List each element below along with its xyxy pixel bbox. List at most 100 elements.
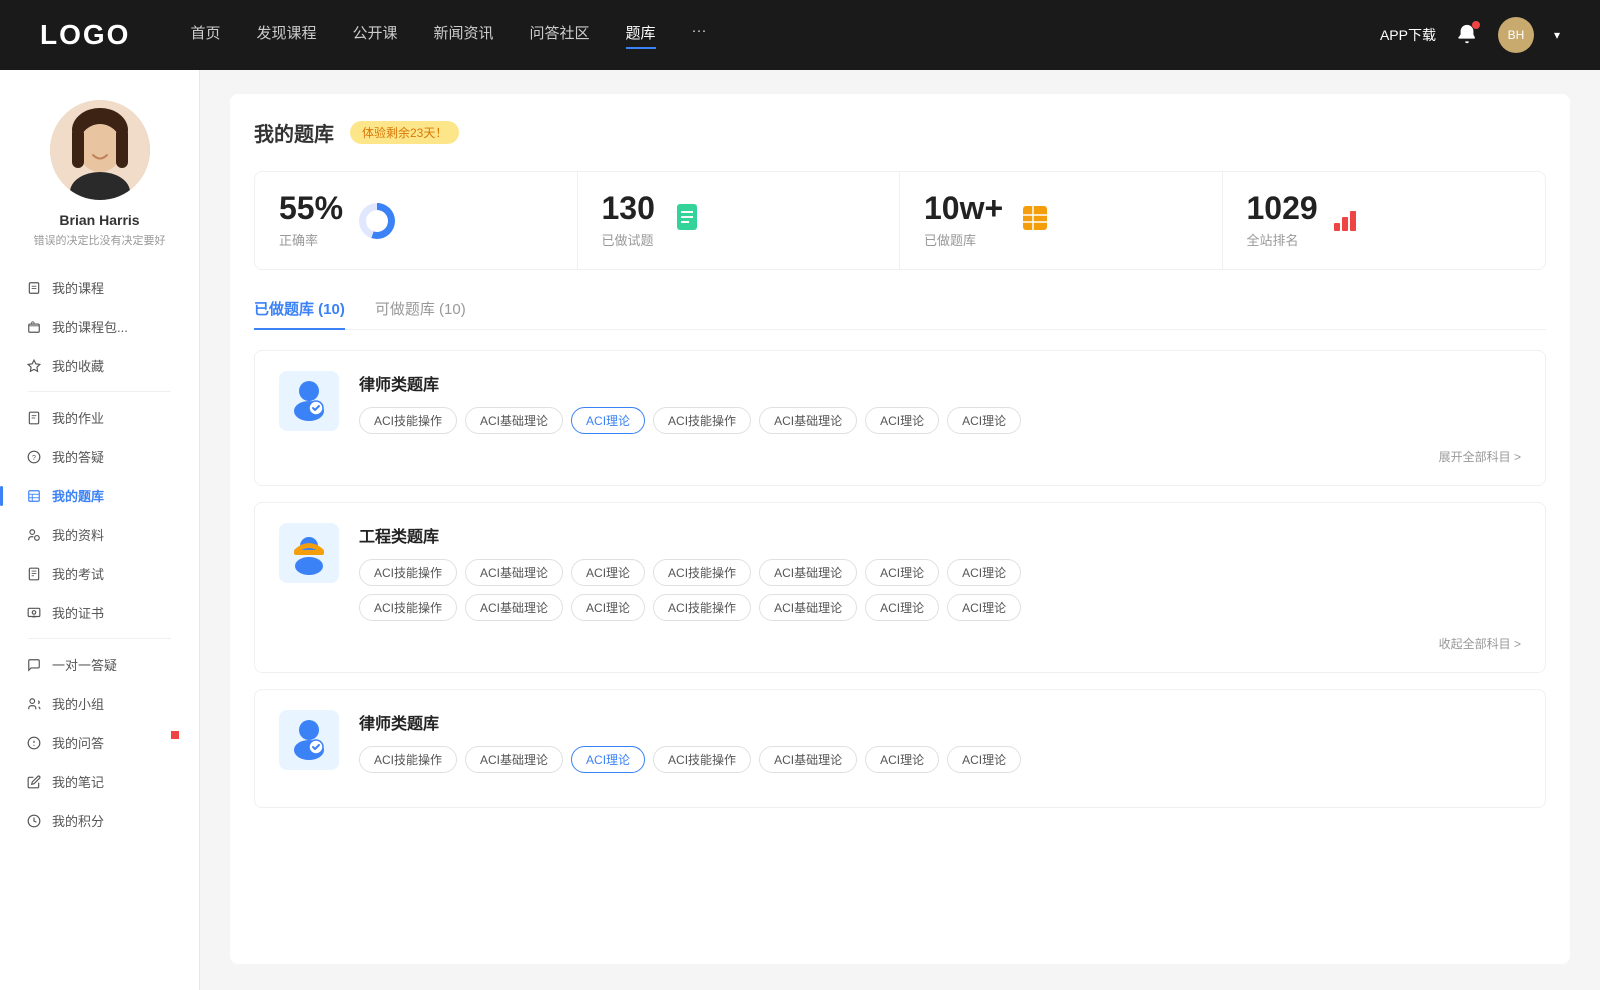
tag-1-1[interactable]: ACI基础理论	[465, 407, 563, 434]
avatar-placeholder: BH	[1498, 17, 1534, 53]
stat-site-rank: 1029 全站排名	[1223, 172, 1546, 269]
qbank-header-3: 律师类题库 ACI技能操作 ACI基础理论 ACI理论 ACI技能操作 ACI基…	[279, 710, 1521, 773]
tag-2b-2[interactable]: ACI理论	[571, 594, 645, 621]
app-download-btn[interactable]: APP下载	[1380, 25, 1436, 45]
stat-label-2: 已做试题	[602, 230, 655, 249]
user-menu-chevron[interactable]: ▾	[1554, 28, 1560, 42]
tag-2-3[interactable]: ACI技能操作	[653, 559, 751, 586]
sidebar-divider-2	[28, 638, 171, 639]
sidebar-item-favorites[interactable]: 我的收藏	[10, 346, 189, 385]
sidebar-item-label: 我的作业	[52, 408, 104, 427]
tag-1-2[interactable]: ACI理论	[571, 407, 645, 434]
stat-done-questions: 130 已做试题	[578, 172, 901, 269]
stat-value-4: 1029	[1247, 192, 1318, 224]
exam-icon	[26, 566, 42, 582]
tag-1-6[interactable]: ACI理论	[947, 407, 1021, 434]
tag-3-5[interactable]: ACI理论	[865, 746, 939, 773]
sidebar-divider	[28, 391, 171, 392]
tab-done-banks[interactable]: 已做题库 (10)	[254, 298, 345, 329]
sidebar-item-one-on-one[interactable]: 一对一答疑	[10, 645, 189, 684]
sidebar-item-qa[interactable]: ? 我的答疑	[10, 437, 189, 476]
homework-icon	[26, 410, 42, 426]
qbank-header-1: 律师类题库 ACI技能操作 ACI基础理论 ACI理论 ACI技能操作 ACI基…	[279, 371, 1521, 434]
tag-2b-0[interactable]: ACI技能操作	[359, 594, 457, 621]
stat-label-1: 正确率	[279, 230, 343, 249]
tag-1-4[interactable]: ACI基础理论	[759, 407, 857, 434]
nav-more[interactable]: ···	[692, 22, 707, 49]
tag-2b-1[interactable]: ACI基础理论	[465, 594, 563, 621]
tag-2-0[interactable]: ACI技能操作	[359, 559, 457, 586]
sidebar-item-points[interactable]: 我的积分	[10, 801, 189, 840]
qbank-icon-engineer	[279, 523, 339, 583]
sidebar-item-label: 我的笔记	[52, 772, 104, 791]
expand-btn-1[interactable]: 展开全部科目 >	[1439, 448, 1521, 465]
tag-3-1[interactable]: ACI基础理论	[465, 746, 563, 773]
collapse-btn-2[interactable]: 收起全部科目 >	[1439, 635, 1521, 652]
tag-2-1[interactable]: ACI基础理论	[465, 559, 563, 586]
qbank-card-2: 工程类题库 ACI技能操作 ACI基础理论 ACI理论 ACI技能操作 ACI基…	[254, 502, 1546, 673]
nav-discover[interactable]: 发现课程	[256, 22, 316, 49]
package-icon	[26, 319, 42, 335]
doc-icon	[671, 202, 703, 239]
chart-icon	[1334, 211, 1356, 231]
stat-label-4: 全站排名	[1247, 230, 1318, 249]
sidebar-item-cert[interactable]: 我的证书	[10, 593, 189, 632]
sidebar-item-homework[interactable]: 我的作业	[10, 398, 189, 437]
sidebar-item-package[interactable]: 我的课程包...	[10, 307, 189, 346]
sidebar-item-label: 我的课程包...	[52, 317, 128, 336]
tag-3-2[interactable]: ACI理论	[571, 746, 645, 773]
sidebar-item-label: 我的资料	[52, 525, 104, 544]
sidebar-item-label: 我的问答	[52, 733, 104, 752]
tag-2b-4[interactable]: ACI基础理论	[759, 594, 857, 621]
nav-news[interactable]: 新闻资讯	[434, 22, 494, 49]
sidebar-item-exam[interactable]: 我的考试	[10, 554, 189, 593]
tag-1-3[interactable]: ACI技能操作	[653, 407, 751, 434]
tag-2-2[interactable]: ACI理论	[571, 559, 645, 586]
sidebar-motto: 错误的决定比没有决定要好	[19, 232, 181, 248]
sidebar-item-questions[interactable]: 我的问答	[10, 723, 189, 762]
tag-1-0[interactable]: ACI技能操作	[359, 407, 457, 434]
stat-done-banks: 10w+ 已做题库	[900, 172, 1223, 269]
sidebar-item-label: 我的小组	[52, 694, 104, 713]
tag-2-5[interactable]: ACI理论	[865, 559, 939, 586]
main-content: 我的题库 体验剩余23天！ 55% 正确率	[200, 70, 1600, 990]
sidebar-item-course[interactable]: 我的课程	[10, 268, 189, 307]
tag-2b-6[interactable]: ACI理论	[947, 594, 1021, 621]
group-icon	[26, 696, 42, 712]
nav-home[interactable]: 首页	[190, 22, 220, 49]
tag-2-4[interactable]: ACI基础理论	[759, 559, 857, 586]
navbar: LOGO 首页 发现课程 公开课 新闻资讯 问答社区 题库 ··· APP下载 …	[0, 0, 1600, 70]
qbank-icon-lawyer-3	[279, 710, 339, 770]
note-icon	[26, 774, 42, 790]
nav-open-course[interactable]: 公开课	[352, 22, 397, 49]
tag-3-0[interactable]: ACI技能操作	[359, 746, 457, 773]
sidebar-item-group[interactable]: 我的小组	[10, 684, 189, 723]
nav-question-bank[interactable]: 题库	[626, 22, 656, 49]
sidebar-item-notes[interactable]: 我的笔记	[10, 762, 189, 801]
sidebar: Brian Harris 错误的决定比没有决定要好 我的课程 我的课程包... …	[0, 70, 200, 990]
stat-info: 1029 全站排名	[1247, 192, 1318, 249]
tag-3-6[interactable]: ACI理论	[947, 746, 1021, 773]
sidebar-item-material[interactable]: 我的资料	[10, 515, 189, 554]
stat-label-3: 已做题库	[924, 230, 1003, 249]
logo[interactable]: LOGO	[40, 19, 130, 51]
stats-row: 55% 正确率 130 已做试题	[254, 171, 1546, 270]
nav-qa[interactable]: 问答社区	[530, 22, 590, 49]
qbank-header-2: 工程类题库 ACI技能操作 ACI基础理论 ACI理论 ACI技能操作 ACI基…	[279, 523, 1521, 621]
tab-available-banks[interactable]: 可做题库 (10)	[375, 298, 466, 329]
tag-2b-3[interactable]: ACI技能操作	[653, 594, 751, 621]
points-icon	[26, 813, 42, 829]
main-layout: Brian Harris 错误的决定比没有决定要好 我的课程 我的课程包... …	[0, 70, 1600, 990]
sidebar-item-qbank[interactable]: 我的题库	[10, 476, 189, 515]
tag-3-4[interactable]: ACI基础理论	[759, 746, 857, 773]
tag-2-6[interactable]: ACI理论	[947, 559, 1021, 586]
user-avatar[interactable]: BH	[1498, 17, 1534, 53]
tag-1-5[interactable]: ACI理论	[865, 407, 939, 434]
qbank-content-1: 律师类题库 ACI技能操作 ACI基础理论 ACI理论 ACI技能操作 ACI基…	[359, 371, 1021, 434]
qbank-footer-1: 展开全部科目 >	[279, 448, 1521, 465]
stat-value-2: 130	[602, 192, 655, 224]
tag-2b-5[interactable]: ACI理论	[865, 594, 939, 621]
qbank-tags-row1: ACI技能操作 ACI基础理论 ACI理论 ACI技能操作 ACI基础理论 AC…	[359, 559, 1521, 586]
notification-bell[interactable]	[1456, 23, 1478, 48]
tag-3-3[interactable]: ACI技能操作	[653, 746, 751, 773]
